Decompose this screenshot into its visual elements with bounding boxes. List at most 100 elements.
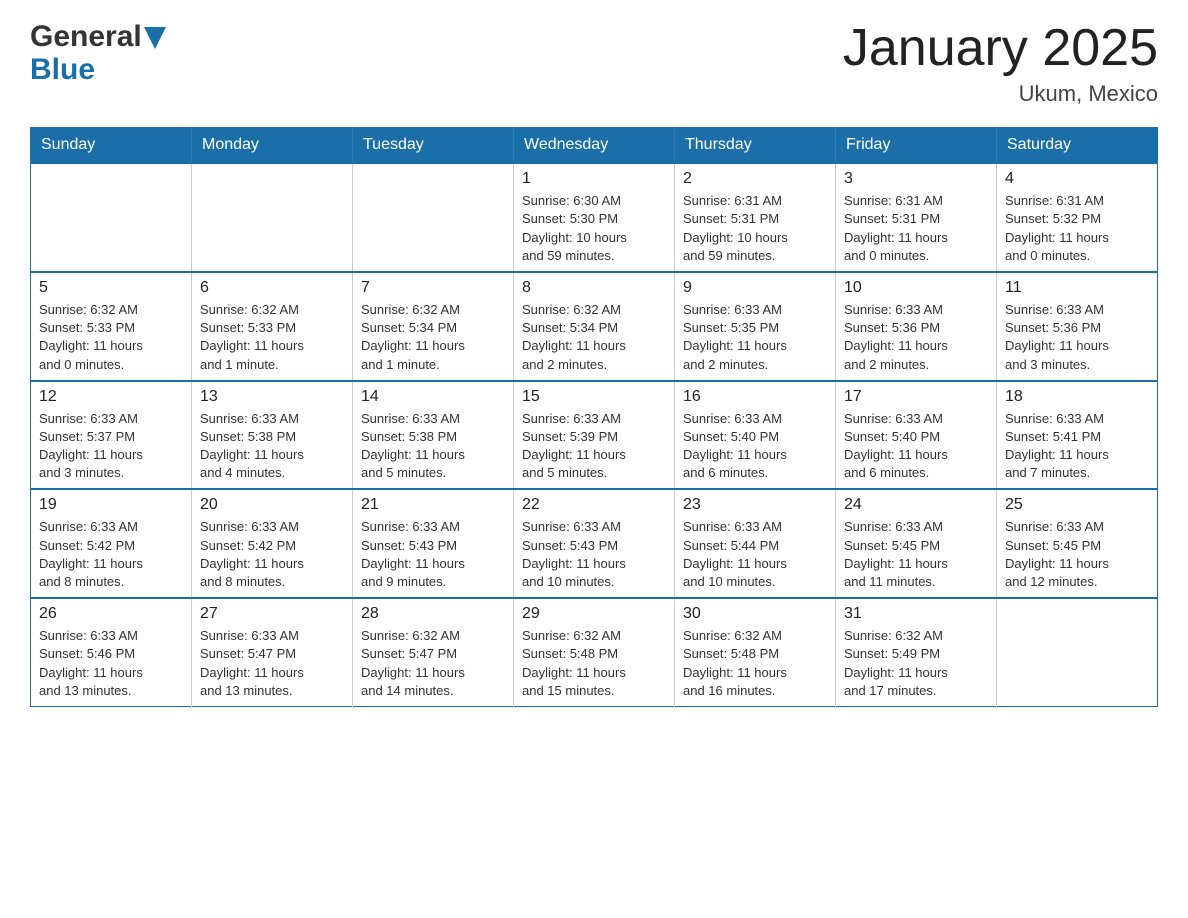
- day-info: Sunrise: 6:31 AMSunset: 5:31 PMDaylight:…: [683, 192, 827, 265]
- day-number: 29: [522, 605, 666, 623]
- calendar-cell: 26 Sunrise: 6:33 AMSunset: 5:46 PMDayligh…: [31, 598, 192, 706]
- calendar-cell: 27Sunrise: 6:33 AMSunset: 5:47 PMDayligh…: [192, 598, 353, 706]
- location: Ukum, Mexico: [843, 81, 1158, 107]
- day-number: 30: [683, 605, 827, 623]
- calendar-cell: 7 Sunrise: 6:32 AMSunset: 5:34 PMDaylight…: [353, 272, 514, 381]
- day-number: 12: [39, 388, 183, 406]
- day-number: 13: [200, 388, 344, 406]
- day-number: 22: [522, 496, 666, 514]
- day-number: 8: [522, 279, 666, 297]
- calendar-cell: 19 Sunrise: 6:33 AMSunset: 5:42 PMDayligh…: [31, 489, 192, 598]
- calendar-cell: 16 Sunrise: 6:33 AMSunset: 5:40 PMDayligh…: [675, 381, 836, 490]
- day-info: Sunrise: 6:33 AMSunset: 5:41 PMDaylight:…: [1005, 410, 1149, 483]
- calendar-table: SundayMondayTuesdayWednesdayThursdayFrid…: [30, 127, 1158, 707]
- day-info: Sunrise: 6:32 AMSunset: 5:48 PMDaylight:…: [683, 627, 827, 700]
- calendar-cell: 11 Sunrise: 6:33 AMSunset: 5:36 PMDayligh…: [997, 272, 1158, 381]
- calendar-cell: 24Sunrise: 6:33 AMSunset: 5:45 PMDayligh…: [836, 489, 997, 598]
- day-number: 4: [1005, 170, 1149, 188]
- day-number: 6: [200, 279, 344, 297]
- day-info: Sunrise: 6:30 AMSunset: 5:30 PMDaylight:…: [522, 192, 666, 265]
- calendar-cell: 29Sunrise: 6:32 AMSunset: 5:48 PMDayligh…: [514, 598, 675, 706]
- calendar-cell: 3Sunrise: 6:31 AMSunset: 5:31 PMDaylight…: [836, 163, 997, 272]
- calendar-week-5: 26 Sunrise: 6:33 AMSunset: 5:46 PMDayligh…: [31, 598, 1158, 706]
- day-info: Sunrise: 6:33 AMSunset: 5:40 PMDaylight:…: [844, 410, 988, 483]
- day-number: 25: [1005, 496, 1149, 514]
- calendar-cell: 2Sunrise: 6:31 AMSunset: 5:31 PMDaylight…: [675, 163, 836, 272]
- day-info: Sunrise: 6:33 AMSunset: 5:38 PMDaylight:…: [361, 410, 505, 483]
- day-header-sunday: Sunday: [31, 128, 192, 164]
- day-info: Sunrise: 6:33 AMSunset: 5:37 PMDaylight:…: [39, 410, 183, 483]
- day-info: Sunrise: 6:33 AMSunset: 5:40 PMDaylight:…: [683, 410, 827, 483]
- day-info: Sunrise: 6:33 AMSunset: 5:35 PMDaylight:…: [683, 301, 827, 374]
- calendar-cell: [997, 598, 1158, 706]
- day-number: 23: [683, 496, 827, 514]
- calendar-cell: 21Sunrise: 6:33 AMSunset: 5:43 PMDayligh…: [353, 489, 514, 598]
- logo: General Blue: [30, 20, 166, 86]
- calendar-week-2: 5Sunrise: 6:32 AMSunset: 5:33 PMDaylight…: [31, 272, 1158, 381]
- calendar-cell: 4 Sunrise: 6:31 AMSunset: 5:32 PMDaylight…: [997, 163, 1158, 272]
- calendar-cell: 8Sunrise: 6:32 AMSunset: 5:34 PMDaylight…: [514, 272, 675, 381]
- calendar-cell: 25 Sunrise: 6:33 AMSunset: 5:45 PMDayligh…: [997, 489, 1158, 598]
- day-number: 18: [1005, 388, 1149, 406]
- day-number: 7: [361, 279, 505, 297]
- logo-triangle-icon: [144, 27, 166, 49]
- day-info: Sunrise: 6:33 AMSunset: 5:38 PMDaylight:…: [200, 410, 344, 483]
- day-info: Sunrise: 6:33 AMSunset: 5:46 PMDaylight:…: [39, 627, 183, 700]
- calendar-cell: 22 Sunrise: 6:33 AMSunset: 5:43 PMDayligh…: [514, 489, 675, 598]
- day-info: Sunrise: 6:33 AMSunset: 5:47 PMDaylight:…: [200, 627, 344, 700]
- day-header-thursday: Thursday: [675, 128, 836, 164]
- calendar-week-3: 12 Sunrise: 6:33 AMSunset: 5:37 PMDayligh…: [31, 381, 1158, 490]
- day-number: 19: [39, 496, 183, 514]
- day-info: Sunrise: 6:32 AMSunset: 5:34 PMDaylight:…: [361, 301, 505, 374]
- calendar-cell: 17 Sunrise: 6:33 AMSunset: 5:40 PMDayligh…: [836, 381, 997, 490]
- day-info: Sunrise: 6:33 AMSunset: 5:43 PMDaylight:…: [522, 518, 666, 591]
- calendar-cell: 14Sunrise: 6:33 AMSunset: 5:38 PMDayligh…: [353, 381, 514, 490]
- calendar-cell: 5Sunrise: 6:32 AMSunset: 5:33 PMDaylight…: [31, 272, 192, 381]
- header-row: SundayMondayTuesdayWednesdayThursdayFrid…: [31, 128, 1158, 164]
- day-header-tuesday: Tuesday: [353, 128, 514, 164]
- day-header-wednesday: Wednesday: [514, 128, 675, 164]
- calendar-week-1: 1Sunrise: 6:30 AMSunset: 5:30 PMDaylight…: [31, 163, 1158, 272]
- calendar-body: 1Sunrise: 6:30 AMSunset: 5:30 PMDaylight…: [31, 163, 1158, 706]
- calendar-cell: 30 Sunrise: 6:32 AMSunset: 5:48 PMDayligh…: [675, 598, 836, 706]
- day-info: Sunrise: 6:33 AMSunset: 5:36 PMDaylight:…: [1005, 301, 1149, 374]
- day-header-friday: Friday: [836, 128, 997, 164]
- page-header: General Blue January 2025 Ukum, Mexico: [30, 20, 1158, 107]
- calendar-cell: [192, 163, 353, 272]
- month-title: January 2025: [843, 20, 1158, 77]
- logo-general: General: [30, 20, 142, 53]
- day-number: 9: [683, 279, 827, 297]
- day-number: 26: [39, 605, 183, 623]
- calendar-cell: 28Sunrise: 6:32 AMSunset: 5:47 PMDayligh…: [353, 598, 514, 706]
- day-number: 15: [522, 388, 666, 406]
- day-info: Sunrise: 6:31 AMSunset: 5:32 PMDaylight:…: [1005, 192, 1149, 265]
- calendar-cell: 23 Sunrise: 6:33 AMSunset: 5:44 PMDayligh…: [675, 489, 836, 598]
- day-number: 21: [361, 496, 505, 514]
- day-number: 11: [1005, 279, 1149, 297]
- day-info: Sunrise: 6:33 AMSunset: 5:44 PMDaylight:…: [683, 518, 827, 591]
- day-info: Sunrise: 6:33 AMSunset: 5:45 PMDaylight:…: [844, 518, 988, 591]
- day-info: Sunrise: 6:33 AMSunset: 5:45 PMDaylight:…: [1005, 518, 1149, 591]
- day-number: 5: [39, 279, 183, 297]
- day-number: 16: [683, 388, 827, 406]
- day-number: 10: [844, 279, 988, 297]
- day-info: Sunrise: 6:32 AMSunset: 5:49 PMDaylight:…: [844, 627, 988, 700]
- calendar-header: SundayMondayTuesdayWednesdayThursdayFrid…: [31, 128, 1158, 164]
- day-info: Sunrise: 6:33 AMSunset: 5:42 PMDaylight:…: [200, 518, 344, 591]
- day-header-monday: Monday: [192, 128, 353, 164]
- day-info: Sunrise: 6:33 AMSunset: 5:36 PMDaylight:…: [844, 301, 988, 374]
- day-info: Sunrise: 6:31 AMSunset: 5:31 PMDaylight:…: [844, 192, 988, 265]
- calendar-cell: 10 Sunrise: 6:33 AMSunset: 5:36 PMDayligh…: [836, 272, 997, 381]
- calendar-cell: 20 Sunrise: 6:33 AMSunset: 5:42 PMDayligh…: [192, 489, 353, 598]
- day-number: 17: [844, 388, 988, 406]
- day-number: 20: [200, 496, 344, 514]
- day-info: Sunrise: 6:33 AMSunset: 5:42 PMDaylight:…: [39, 518, 183, 591]
- calendar-cell: 1Sunrise: 6:30 AMSunset: 5:30 PMDaylight…: [514, 163, 675, 272]
- day-header-saturday: Saturday: [997, 128, 1158, 164]
- calendar-cell: 12 Sunrise: 6:33 AMSunset: 5:37 PMDayligh…: [31, 381, 192, 490]
- calendar-cell: 9 Sunrise: 6:33 AMSunset: 5:35 PMDaylight…: [675, 272, 836, 381]
- calendar-week-4: 19 Sunrise: 6:33 AMSunset: 5:42 PMDayligh…: [31, 489, 1158, 598]
- calendar-cell: 13 Sunrise: 6:33 AMSunset: 5:38 PMDayligh…: [192, 381, 353, 490]
- day-number: 28: [361, 605, 505, 623]
- title-section: January 2025 Ukum, Mexico: [843, 20, 1158, 107]
